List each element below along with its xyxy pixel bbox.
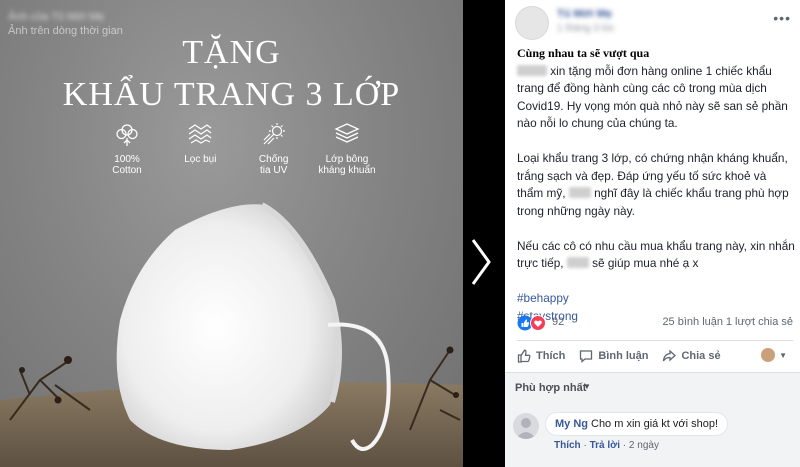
commenter-avatar[interactable]	[513, 413, 539, 439]
comment-count[interactable]: 25 bình luận	[662, 316, 723, 328]
like-button-label: Thích	[536, 350, 566, 362]
divider	[517, 340, 793, 341]
comment-author-link[interactable]: My Ng	[555, 418, 588, 430]
reaction-icons[interactable]	[517, 315, 547, 331]
mini-avatar	[761, 348, 776, 362]
post-heading: Cùng nhau ta sẽ vượt qua	[517, 46, 650, 60]
comment-icon	[580, 350, 593, 363]
like-button[interactable]: Thích	[517, 349, 565, 363]
post-actions: Thích Bình luận Chia sẻ ▼	[517, 342, 793, 370]
thumbs-up-icon	[517, 349, 531, 363]
comment-text: Cho m xin giá kt với shop!	[591, 418, 719, 430]
share-icon	[663, 349, 677, 362]
blurred-name	[517, 64, 547, 76]
post-paragraph-1-text: xin tặng mỗi đơn hàng online 1 chiếc khẩ…	[517, 63, 788, 131]
share-count[interactable]: 1 lượt chia sẻ	[726, 316, 793, 328]
page-avatar[interactable]	[515, 6, 549, 40]
comment-actions: Thích · Trả lời · 2 ngày	[554, 440, 659, 451]
hashtag-link[interactable]: #behappy	[517, 290, 795, 308]
share-button[interactable]: Chia sẻ	[662, 349, 721, 363]
comment-sort-dropdown[interactable]: Phù hợp nhất	[515, 382, 586, 394]
post-paragraph-3: Nếu các cô có nhu cầu mua khẩu trang này…	[517, 238, 795, 273]
comment-button[interactable]: Bình luận	[579, 349, 648, 363]
page-name-link[interactable]: Tủ Mới Mẹ	[557, 8, 612, 20]
post-paragraph-1: xin tặng mỗi đơn hàng online 1 chiếc khẩ…	[517, 63, 795, 133]
reaction-identity-selector[interactable]: ▼	[761, 348, 787, 362]
post-timestamp[interactable]: 1 tháng 3 lúc	[557, 23, 614, 34]
blurred-name	[568, 187, 591, 198]
post-text: Cùng nhau ta sẽ vượt qua xin tặng mỗi đơ…	[517, 45, 795, 325]
comment-like-link[interactable]: Thích	[554, 440, 581, 451]
more-options-icon[interactable]: •••	[773, 10, 791, 26]
comment-time[interactable]: 2 ngày	[629, 440, 659, 451]
post-panel: Tủ Mới Mẹ 1 tháng 3 lúc ••• Cùng nhau ta…	[505, 0, 800, 467]
comment-button-label: Bình luận	[598, 350, 649, 362]
default-user-icon	[516, 418, 536, 439]
share-button-label: Chia sẻ	[681, 350, 721, 362]
post-paragraph-2: Loại khẩu trang 3 lớp, có chứng nhận khá…	[517, 150, 795, 220]
reactions-summary: 92 25 bình luận 1 lượt chia sẻ	[517, 314, 793, 332]
comment-sort-bar: Phù hợp nhất ▼	[505, 373, 800, 403]
post-photo[interactable]: Ảnh của Tủ Mới Mẹ Ảnh trên dòng thời gia…	[0, 0, 463, 467]
post-paragraph-3-text-b: sẽ giúp mua nhé ạ x	[588, 256, 699, 270]
comment-reply-link[interactable]: Trả lời	[590, 440, 620, 451]
reaction-count[interactable]: 92	[552, 316, 564, 328]
blurred-name	[566, 257, 589, 268]
caret-down-icon: ▼	[779, 350, 787, 360]
next-photo-arrow-icon[interactable]	[463, 232, 503, 292]
face-mask-illustration	[0, 202, 463, 467]
caret-down-icon[interactable]: ▼	[583, 382, 591, 391]
comment-bubble: My Ng Cho m xin giá kt với shop!	[545, 412, 729, 436]
post-header: Tủ Mới Mẹ 1 tháng 3 lúc •••	[515, 6, 795, 40]
comment-list: My Ng Cho m xin giá kt với shop! Thích · …	[505, 403, 800, 467]
